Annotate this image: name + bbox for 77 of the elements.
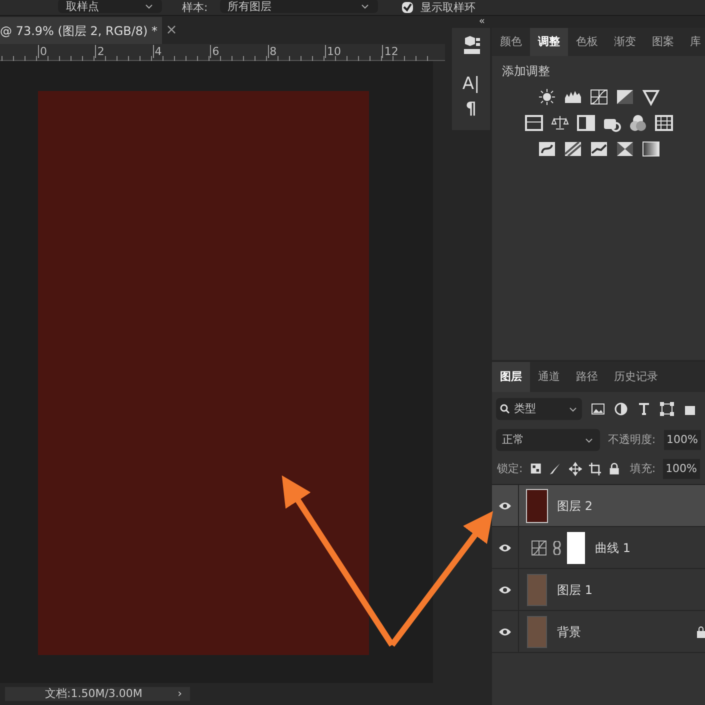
search-icon [500, 404, 510, 414]
ruler-number: 6 [210, 45, 220, 58]
panel-tab[interactable]: 通道 [530, 362, 568, 392]
panel-tab[interactable]: 颜色 [492, 28, 530, 56]
layer-name: 图层 2 [557, 498, 594, 514]
properties-icon[interactable] [462, 36, 480, 56]
ruler-number: 4 [152, 45, 162, 58]
layer-row[interactable]: 背景 [492, 611, 705, 653]
opacity-field[interactable]: 100% [664, 430, 701, 450]
checkerboard-icon[interactable] [530, 462, 542, 476]
color-circles-icon[interactable] [628, 114, 646, 132]
panel-tab[interactable]: 历史记录 [606, 362, 666, 392]
ruler-number: 8 [268, 45, 277, 58]
ruler-number: 12 [382, 45, 398, 58]
layer-thumbnail [527, 490, 547, 522]
caret-icon [568, 404, 578, 414]
adjustment-filter-icon[interactable] [614, 402, 628, 416]
blend-mode-dropdown[interactable]: 正常 [496, 429, 600, 451]
panel-tab[interactable]: 图层 [492, 362, 530, 392]
eye-icon[interactable] [498, 626, 512, 636]
panel-tab[interactable]: 渐变 [606, 28, 644, 56]
sample-label: 样本: [182, 2, 208, 13]
photo-placeholder [527, 574, 547, 606]
triangle-icon[interactable] [642, 88, 660, 106]
layer-name: 背景 [557, 624, 582, 640]
crop-icon[interactable] [588, 462, 602, 476]
lock-label: 锁定: [497, 460, 523, 477]
panel-tab[interactable]: 色板 [568, 28, 606, 56]
collapse-icon[interactable]: « [478, 16, 485, 28]
panel-tab[interactable]: 调整 [530, 28, 568, 56]
brush-icon[interactable] [549, 462, 562, 476]
eye-icon[interactable] [498, 542, 512, 552]
opacity-label: 不透明度: [608, 432, 656, 448]
shape-filter-icon[interactable] [660, 402, 674, 416]
image-filter-icon[interactable] [591, 402, 605, 416]
show-ring-label: 显示取样环 [420, 2, 476, 13]
ruler-number: 0 [38, 45, 47, 58]
layer-mask-thumbnail [567, 532, 585, 564]
checkbox[interactable] [402, 2, 413, 13]
caret-icon [584, 436, 594, 444]
paragraph-panel-icon[interactable]: ¶ [466, 101, 476, 118]
layer-row[interactable]: 曲线 1 [492, 527, 705, 569]
close-icon[interactable]: × [166, 20, 178, 41]
chain-link-icon [553, 540, 561, 554]
panel-tab[interactable]: 库 [682, 28, 705, 56]
panel-heading: 添加调整 [501, 63, 551, 80]
exposure-icon[interactable] [616, 88, 634, 106]
layer-filter-dropdown[interactable]: 类型 [496, 398, 582, 420]
move-icon[interactable] [568, 462, 582, 476]
document-size-text: 文档:1.50M/3.00M [45, 686, 142, 702]
caret-icon [144, 2, 154, 10]
sample-dropdown[interactable]: 所有图层 [220, 0, 378, 13]
eye-icon[interactable] [498, 500, 512, 510]
contrast-square-icon[interactable] [576, 114, 594, 132]
layer-name: 图层 1 [557, 582, 594, 598]
brightness-icon[interactable] [538, 88, 556, 106]
layer-name: 曲线 1 [595, 540, 632, 556]
sample-size-dropdown[interactable]: 取样点 [58, 0, 162, 13]
curves-icon[interactable] [590, 88, 608, 106]
panel-tab[interactable]: 路径 [568, 362, 606, 392]
curves-icon [531, 540, 547, 556]
eye-icon[interactable] [498, 584, 512, 594]
layer-row[interactable]: 图层 2 [492, 485, 705, 527]
lock-icon[interactable] [608, 462, 621, 476]
grid-icon[interactable] [654, 114, 672, 132]
fill-field[interactable]: 100% [662, 459, 700, 479]
scales-icon[interactable] [550, 114, 568, 132]
status-menu-arrow[interactable]: › [178, 686, 182, 702]
ruler-number: 10 [325, 45, 341, 58]
layer-row[interactable]: 图层 1 [492, 569, 705, 611]
photo-placeholder [527, 616, 547, 648]
ruler-number: 2 [95, 45, 104, 58]
type-filter-icon[interactable] [637, 402, 651, 416]
caret-icon [360, 2, 370, 10]
fill-label: 填充: [630, 460, 656, 477]
character-panel-icon[interactable]: A| [462, 76, 480, 93]
panel-tab[interactable]: 图案 [644, 28, 682, 56]
